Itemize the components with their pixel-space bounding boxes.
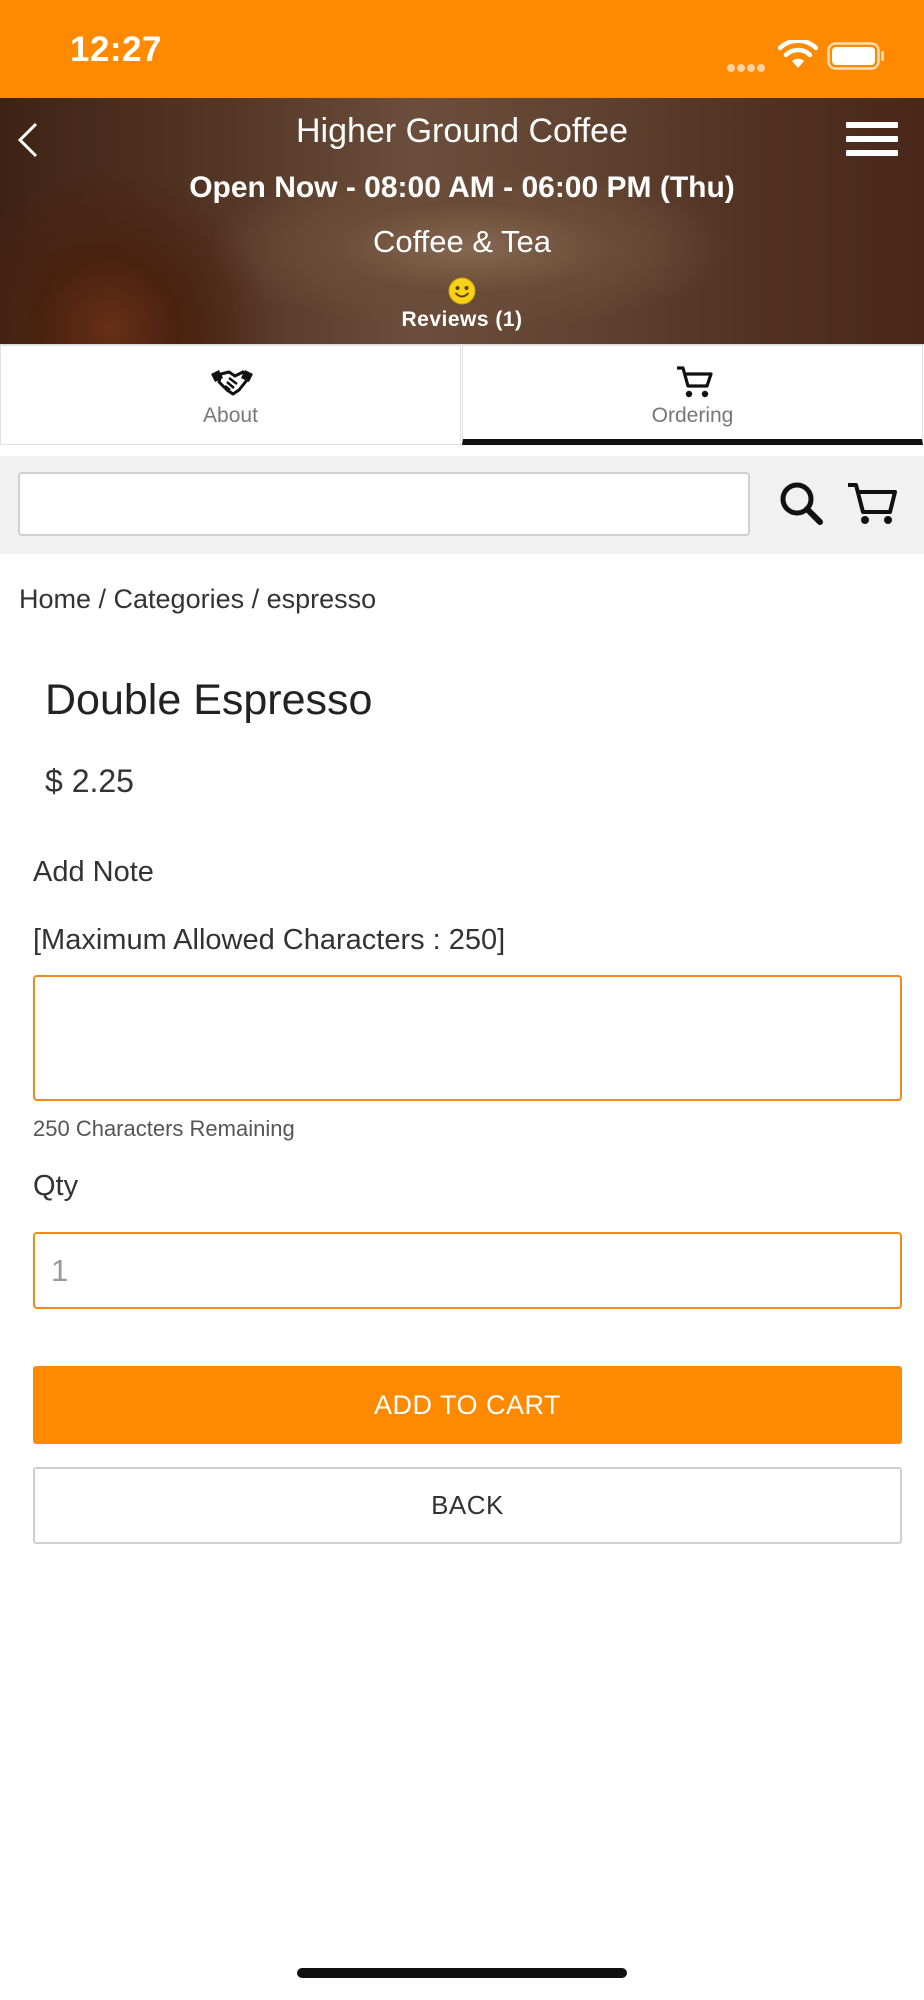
back-button[interactable]: BACK [33, 1467, 902, 1544]
store-category: Coffee & Tea [372, 224, 552, 259]
cart-icon[interactable] [846, 480, 898, 526]
add-note-label: Add Note [33, 856, 154, 888]
tab-ordering[interactable]: Ordering [462, 345, 923, 445]
store-tabs: About Ordering [0, 344, 924, 447]
search-bar [0, 456, 924, 554]
qty-input[interactable]: 1 [33, 1232, 902, 1309]
tab-about[interactable]: About [0, 345, 461, 445]
battery-icon [827, 42, 884, 70]
note-textarea[interactable] [33, 975, 902, 1101]
tab-about-label: About [203, 404, 258, 427]
search-icon[interactable] [778, 480, 824, 526]
note-max-characters: [Maximum Allowed Characters : 250] [33, 924, 506, 956]
characters-remaining: 250 Characters Remaining [33, 1116, 295, 1141]
cart-icon [677, 366, 713, 398]
home-indicator [297, 1968, 627, 1978]
smiley-icon [448, 277, 476, 305]
tab-ordering-label: Ordering [651, 404, 734, 427]
breadcrumb[interactable]: Home / Categories / espresso [19, 584, 376, 615]
add-to-cart-button[interactable]: ADD TO CART [33, 1366, 902, 1444]
product-price: $ 2.25 [45, 763, 134, 799]
qty-label: Qty [33, 1170, 79, 1202]
cellular-signal-icon [727, 59, 767, 77]
store-hours: Open Now - 08:00 AM - 06:00 PM (Thu) [189, 171, 735, 204]
handshake-icon [211, 370, 253, 396]
status-bar: 12:27 [0, 0, 924, 98]
search-input[interactable] [18, 472, 750, 536]
store-header: Higher Ground Coffee Open Now - 08:00 AM… [0, 98, 924, 344]
store-name: Higher Ground Coffee [295, 112, 628, 150]
reviews-link[interactable]: Reviews (1) [0, 308, 924, 332]
wifi-icon [778, 40, 818, 68]
status-time: 12:27 [70, 30, 163, 69]
product-title: Double Espresso [45, 676, 373, 724]
